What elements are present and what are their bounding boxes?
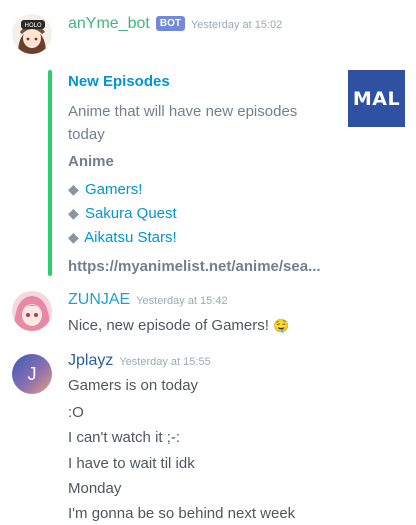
message-line: Nice, new episode of Gamers! [68,317,269,334]
diamond-bullet-icon: ◆ [68,229,79,245]
message-line: :O [68,404,84,421]
diamond-bullet-icon: ◆ [68,181,79,197]
message-line: Gamers is on today [68,377,199,394]
message-line: Monday [68,480,122,497]
timestamp: Yesterday at 15:55 [119,356,211,368]
embed-title[interactable]: New Episodes [68,73,170,90]
embed-url[interactable]: https://myanimelist.net/anime/sea... [68,258,321,275]
timestamp: Yesterday at 15:02 [190,19,283,31]
anime-link[interactable]: Sakura Quest [85,205,177,222]
embed-field-name: Anime [68,153,114,170]
username[interactable]: ZUNJAE [68,291,130,308]
anime-avatar-icon [12,291,52,331]
avatar[interactable]: J [12,354,52,394]
message-line: I have to wait til idk [68,455,195,472]
anime-link[interactable]: Gamers! [85,181,143,198]
chat-log: HOLO anYme_bot BOT Yesterday at 15:02 New … [0,0,416,525]
message-line: I can't watch it ;-: [68,429,181,446]
drool-emoji-icon: 🤤 [273,318,290,333]
embed-list-item: ◆ Aikatsu Stars! [68,229,177,246]
timestamp: Yesterday at 15:42 [136,295,228,307]
avatar[interactable]: HOLO [12,14,52,54]
username[interactable]: Jplayz [68,352,113,369]
anime-avatar-icon: HOLO [12,14,52,54]
message-header: anYme_bot BOT Yesterday at 15:02 [68,15,282,33]
message-text: Nice, new episode of Gamers! 🤤 [68,317,289,334]
avatar-letter: J [27,364,37,384]
embed-accent-bar [48,70,52,276]
embed-thumbnail[interactable]: MAL [348,70,405,127]
message-header: Jplayz Yesterday at 15:55 [68,352,211,370]
anime-link[interactable]: Aikatsu Stars! [84,229,177,246]
embed-description: Anime that will have new episodes today [68,103,298,143]
avatar[interactable] [12,291,52,331]
username[interactable]: anYme_bot [68,15,150,32]
svg-text:HOLO: HOLO [24,22,41,29]
message-header: ZUNJAE Yesterday at 15:42 [68,291,228,309]
embed-list-item: ◆ Sakura Quest [68,205,177,222]
diamond-bullet-icon: ◆ [68,205,79,221]
mal-logo-text: MAL [352,87,401,110]
embed-list-item: ◆ Gamers! [68,181,142,198]
bot-badge: BOT [155,16,185,31]
message-line: I'm gonna be so behind next week [68,505,296,522]
